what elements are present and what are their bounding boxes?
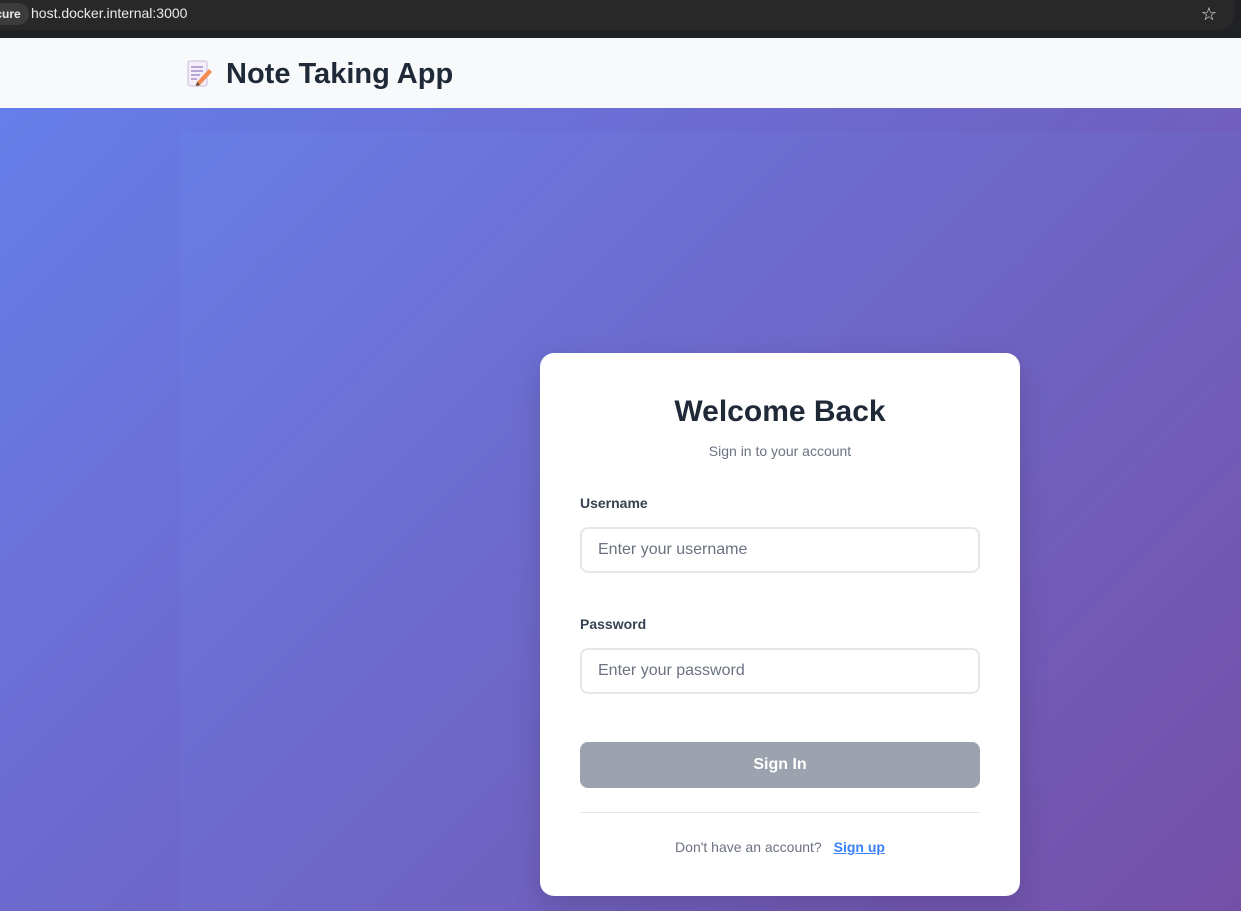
signup-prompt: Don't have an account? (675, 839, 822, 855)
divider (580, 812, 980, 813)
star-icon[interactable]: ☆ (1198, 3, 1220, 25)
signup-row: Don't have an account? Sign up (540, 839, 1020, 855)
username-input[interactable] (580, 527, 980, 573)
browser-toolbar: secure host.docker.internal:3000 ☆ (0, 0, 1241, 38)
password-input[interactable] (580, 648, 980, 694)
login-subtitle: Sign in to your account (708, 443, 852, 459)
app-title: Note Taking App (226, 58, 454, 90)
address-bar[interactable]: secure host.docker.internal:3000 (0, 0, 1234, 30)
username-label: Username (580, 495, 648, 511)
login-title: Welcome Back (674, 395, 886, 428)
sign-in-button[interactable]: Sign In (580, 742, 980, 788)
sign-up-link[interactable]: Sign up (834, 839, 885, 855)
security-chip[interactable]: secure (0, 3, 29, 25)
password-label: Password (580, 616, 647, 632)
login-card: Welcome Back Sign in to your account Use… (540, 353, 1020, 896)
url-text[interactable]: host.docker.internal:3000 (31, 5, 187, 21)
memo-icon (187, 60, 212, 87)
